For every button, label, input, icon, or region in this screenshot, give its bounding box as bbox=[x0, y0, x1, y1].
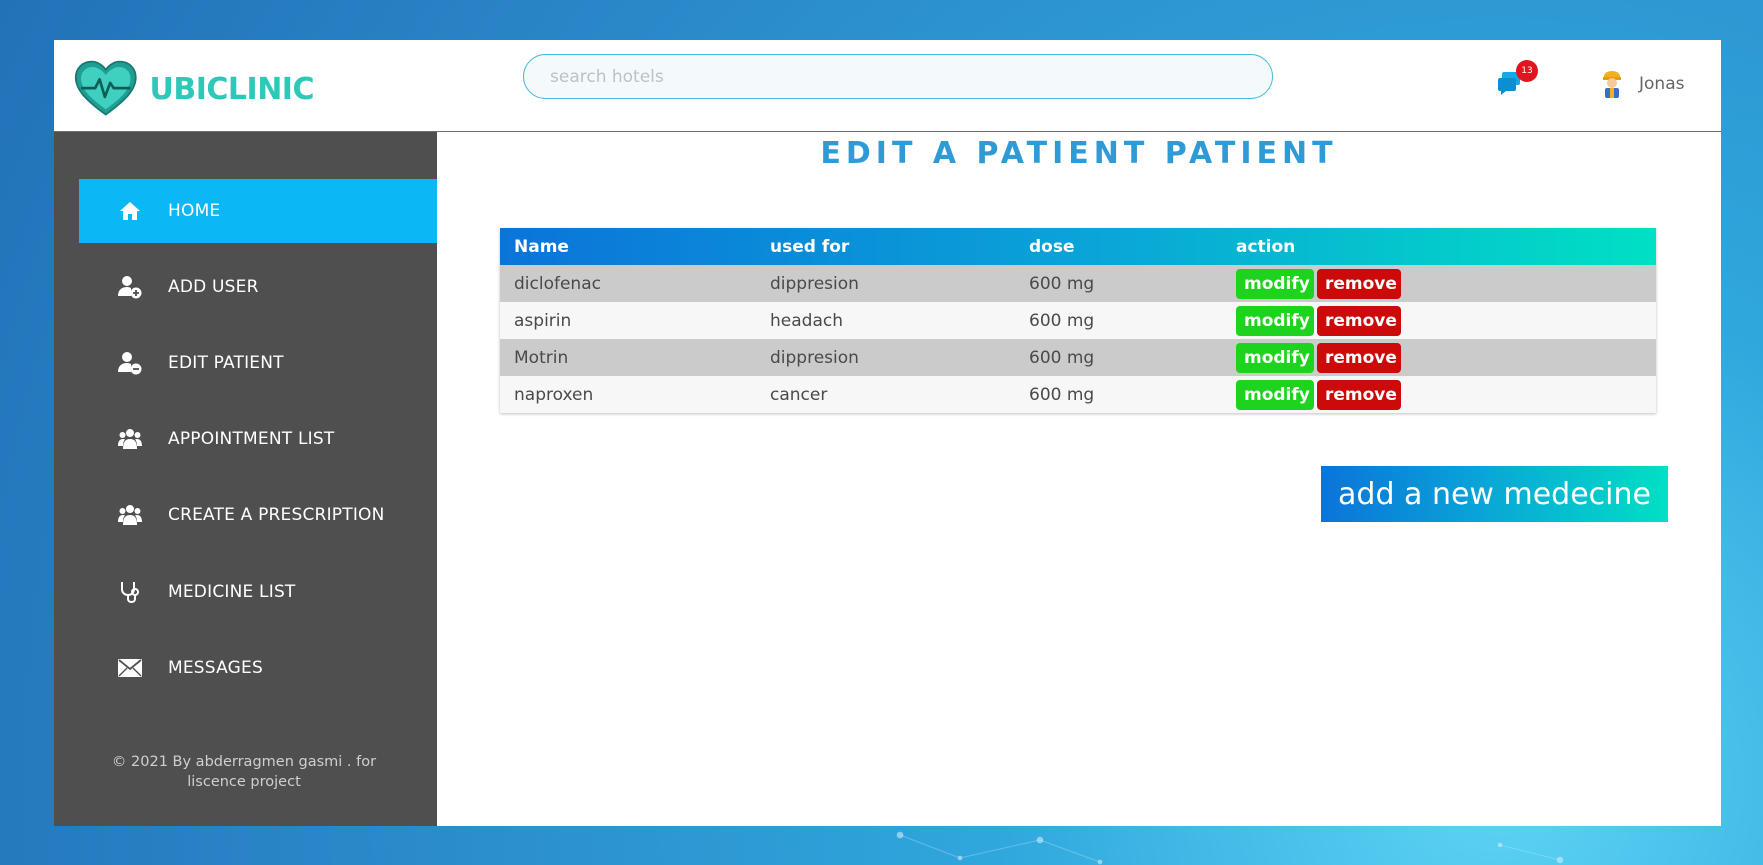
logo-text: UBICLINIC bbox=[149, 71, 315, 107]
cell-used-for: dippresion bbox=[770, 347, 859, 368]
sidebar-item-label: ADD USER bbox=[168, 277, 259, 297]
table-row: Motrin dippresion 600 mg modify remove bbox=[500, 339, 1656, 376]
remove-button[interactable]: remove bbox=[1317, 305, 1401, 336]
sidebar-footer: © 2021 By abderragmen gasmi . for liscen… bbox=[94, 752, 394, 792]
sidebar-item-medicine-list[interactable]: MEDICINE LIST bbox=[79, 560, 437, 624]
cell-dose: 600 mg bbox=[1029, 384, 1095, 405]
sidebar-item-label: EDIT PATIENT bbox=[168, 353, 284, 373]
top-header: UBICLINIC 13 Jonas bbox=[54, 40, 1721, 132]
user-name: Jonas bbox=[1639, 74, 1685, 94]
modify-button[interactable]: modify bbox=[1236, 379, 1314, 410]
sidebar-item-add-user[interactable]: ADD USER bbox=[79, 255, 437, 319]
logo[interactable]: UBICLINIC bbox=[74, 56, 315, 122]
search-input[interactable] bbox=[523, 54, 1273, 99]
home-icon bbox=[118, 199, 142, 223]
sidebar-item-label: HOME bbox=[168, 201, 221, 221]
app-window: UBICLINIC 13 Jonas bbox=[54, 40, 1721, 826]
table-header-row: Name used for dose action bbox=[500, 228, 1656, 265]
cell-name: aspirin bbox=[514, 310, 572, 331]
footer-copyright: © 2021 By abderragmen gasmi . for bbox=[111, 754, 377, 770]
cell-name: diclofenac bbox=[514, 273, 601, 294]
remove-button[interactable]: remove bbox=[1317, 379, 1401, 410]
notifications-button[interactable]: 13 bbox=[1496, 60, 1542, 100]
footer-project: liscence project bbox=[187, 774, 301, 790]
remove-button[interactable]: remove bbox=[1317, 342, 1401, 373]
notification-badge: 13 bbox=[1516, 60, 1538, 82]
heart-pulse-icon bbox=[74, 60, 137, 116]
cell-action: modify remove bbox=[1222, 376, 1656, 413]
cell-used-for: dippresion bbox=[770, 273, 859, 294]
sidebar-item-label: CREATE A PRESCRIPTION bbox=[168, 505, 385, 525]
column-header-used-for: used for bbox=[770, 236, 850, 257]
sidebar-item-home[interactable]: HOME bbox=[79, 179, 437, 243]
table-row: aspirin headach 600 mg modify remove bbox=[500, 302, 1656, 339]
modify-button[interactable]: modify bbox=[1236, 305, 1314, 336]
sidebar-item-edit-patient[interactable]: EDIT PATIENT bbox=[79, 331, 437, 395]
medicine-table: Name used for dose action diclofenac dip… bbox=[500, 228, 1656, 413]
modify-button[interactable]: modify bbox=[1236, 342, 1314, 373]
user-plus-icon bbox=[118, 275, 142, 299]
cell-used-for: cancer bbox=[770, 384, 828, 405]
page-title: EDIT A PATIENT PATIENT bbox=[820, 136, 1338, 171]
column-header-dose: dose bbox=[1029, 236, 1075, 257]
add-medicine-button[interactable]: add a new medecine bbox=[1321, 466, 1668, 522]
sidebar-item-messages[interactable]: MESSAGES bbox=[79, 636, 437, 700]
stethoscope-icon bbox=[118, 580, 142, 604]
column-header-name: Name bbox=[514, 236, 569, 257]
modify-button[interactable]: modify bbox=[1236, 268, 1314, 299]
user-minus-icon bbox=[118, 351, 142, 375]
cell-action: modify remove bbox=[1222, 302, 1656, 339]
table-row: diclofenac dippresion 600 mg modify remov… bbox=[500, 265, 1656, 302]
cell-dose: 600 mg bbox=[1029, 273, 1095, 294]
users-icon bbox=[118, 503, 142, 527]
sidebar: HOME ADD USER EDIT PATIENT APPOINTMENT L… bbox=[54, 132, 437, 826]
cell-name: Motrin bbox=[514, 347, 569, 368]
cell-name: naproxen bbox=[514, 384, 594, 405]
avatar bbox=[1603, 71, 1621, 98]
sidebar-item-label: APPOINTMENT LIST bbox=[168, 429, 335, 449]
cell-used-for: headach bbox=[770, 310, 843, 331]
user-menu[interactable]: Jonas bbox=[1599, 66, 1684, 102]
sidebar-item-create-prescription[interactable]: CREATE A PRESCRIPTION bbox=[79, 483, 437, 547]
sidebar-item-label: MEDICINE LIST bbox=[168, 582, 296, 602]
envelope-icon bbox=[118, 656, 142, 680]
cell-dose: 600 mg bbox=[1029, 347, 1095, 368]
users-icon bbox=[118, 427, 142, 451]
cell-action: modify remove bbox=[1222, 265, 1656, 302]
cell-action: modify remove bbox=[1222, 339, 1656, 376]
remove-button[interactable]: remove bbox=[1317, 268, 1401, 299]
sidebar-item-label: MESSAGES bbox=[168, 658, 263, 678]
column-header-action: action bbox=[1236, 236, 1296, 257]
table-row: naproxen cancer 600 mg modify remove bbox=[500, 376, 1656, 413]
sidebar-item-appointment-list[interactable]: APPOINTMENT LIST bbox=[79, 407, 437, 471]
cell-dose: 600 mg bbox=[1029, 310, 1095, 331]
